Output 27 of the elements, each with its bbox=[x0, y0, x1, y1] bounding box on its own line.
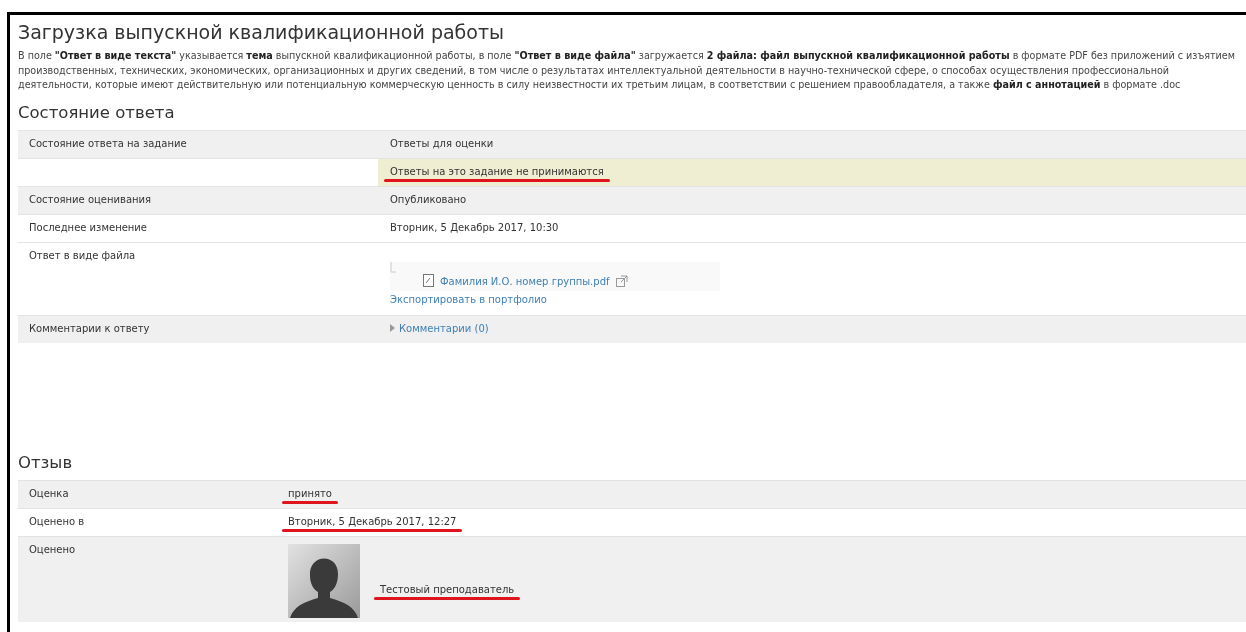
field-value: принято bbox=[288, 487, 332, 499]
page-title: Загрузка выпускной квалификационной работы bbox=[18, 21, 505, 43]
field-label: Состояние ответа на задание bbox=[29, 137, 187, 149]
field-value: Вторник, 5 Декабрь 2017, 10:30 bbox=[390, 221, 559, 233]
field-label: Комментарии к ответу bbox=[29, 322, 150, 334]
field-value: Ответы на это задание не принимаются bbox=[390, 165, 604, 177]
tree-branch-icon bbox=[390, 261, 397, 273]
export-link[interactable]: Экспортировать в портфолио bbox=[390, 293, 1246, 305]
field-value: Опубликовано bbox=[390, 193, 467, 205]
field-label: Оценено в bbox=[29, 515, 85, 527]
field-value: Вторник, 5 Декабрь 2017, 12:27 bbox=[288, 515, 457, 527]
field-label: Оценено bbox=[29, 543, 76, 555]
field-label: Оценка bbox=[29, 487, 69, 499]
field-value: Ответы для оценки bbox=[390, 137, 494, 149]
external-icon bbox=[615, 274, 628, 287]
grader-name: Тестовый преподаватель bbox=[380, 583, 515, 595]
field-label: Состояние оценивания bbox=[29, 193, 152, 205]
field-label: Ответ в виде файла bbox=[29, 249, 136, 261]
avatar-icon bbox=[288, 543, 360, 618]
field-label: Последнее изменение bbox=[29, 221, 147, 233]
instructions-text: В поле "Ответ в виде текста" указывается тема выпускной квалификационной работы, в поле "Ответ в виде файла" загружается 2 файла: файл выпускной квалификационной работы в формате PDF без приложений с изъятием производственных, технических, экономических, организационных и других сведений, в том числе о результатах интеллектуальной деятельности в научно-технической сфере, о способах осуществления профессиональной деятельности, которые имеют действительную или потенциальную коммерческую ценность в силу неизвестности их третьим лицам, в соответствии с решением правообладателя, а также файл с аннотацией в формате .doc bbox=[18, 49, 1236, 92]
section-heading: Отзыв bbox=[18, 451, 74, 474]
section-heading: Состояние ответа bbox=[18, 101, 176, 124]
file-link[interactable]: Фамилия И.О. номер группы.pdf bbox=[440, 275, 610, 287]
expand-arrow-icon bbox=[390, 324, 395, 332]
comments-link[interactable]: Комментарии (0) bbox=[390, 322, 489, 334]
file-icon bbox=[423, 273, 434, 287]
